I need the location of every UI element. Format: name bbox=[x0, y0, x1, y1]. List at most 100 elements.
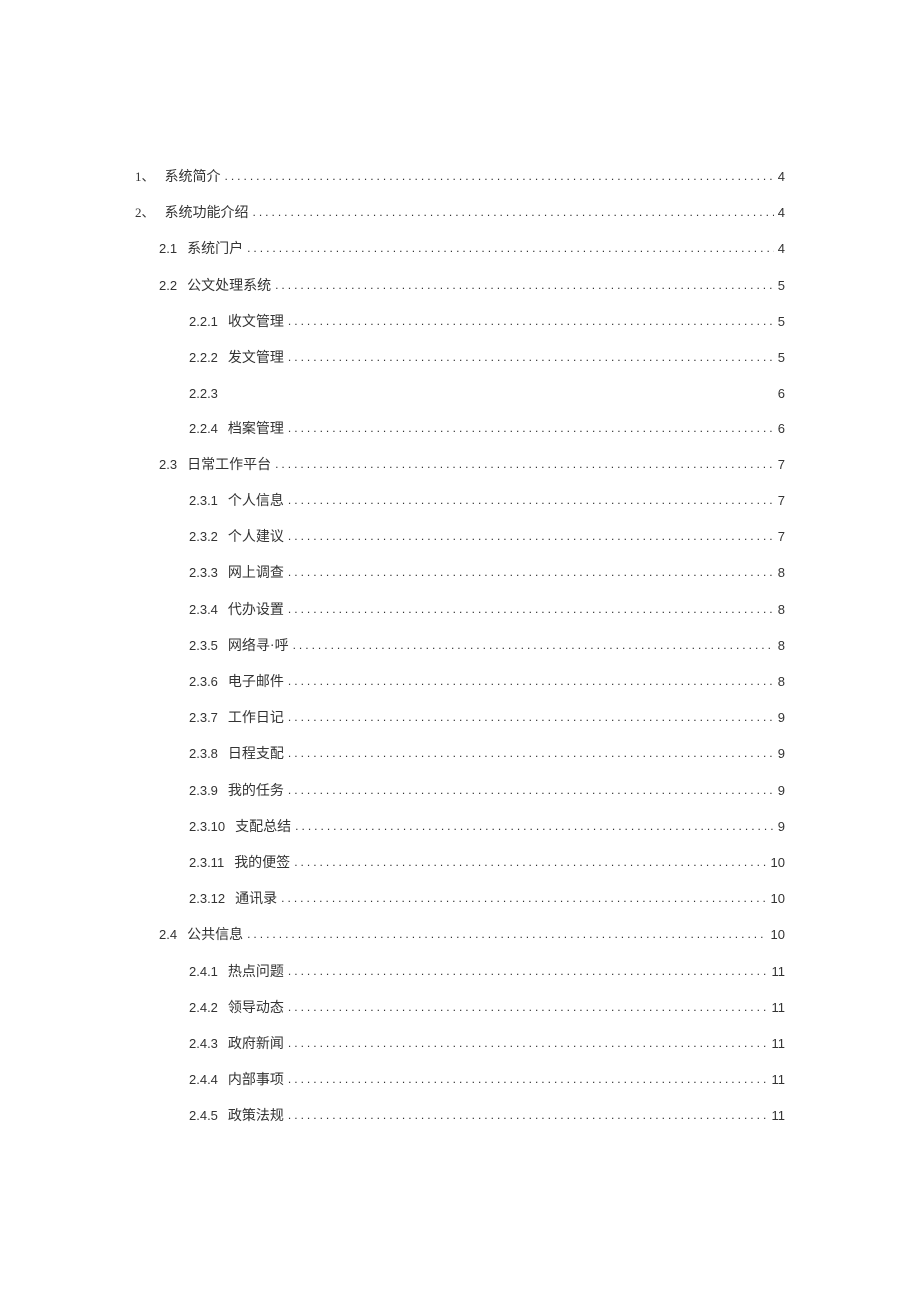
toc-title: 个人信息 bbox=[228, 489, 284, 514]
toc-entry[interactable]: 2.3日常工作平台...............................… bbox=[159, 453, 785, 478]
toc-number: 2.2.2 bbox=[189, 346, 218, 369]
toc-title: 收文管理 bbox=[228, 310, 284, 335]
toc-leader-dots: ........................................… bbox=[281, 888, 766, 910]
toc-number: 2.3.5 bbox=[189, 634, 218, 657]
toc-title: 代办设置 bbox=[228, 598, 284, 623]
toc-leader-dots: ........................................… bbox=[288, 311, 774, 333]
toc-leader-dots: ........................................… bbox=[247, 924, 766, 946]
toc-leader-dots: ........................................… bbox=[253, 202, 774, 224]
toc-title: 系统门户 bbox=[187, 237, 243, 262]
toc-entry[interactable]: 2.4.1热点问题...............................… bbox=[189, 960, 785, 985]
toc-leader-dots: ........................................… bbox=[288, 1105, 768, 1127]
toc-title: 发文管理 bbox=[228, 346, 284, 371]
toc-leader-dots: ........................................… bbox=[225, 166, 774, 188]
toc-number: 2.3.9 bbox=[189, 779, 218, 802]
toc-leader-dots: ........................................… bbox=[295, 816, 774, 838]
toc-leader-dots: ........................................… bbox=[293, 635, 774, 657]
toc-entry[interactable]: 2.4 公共信息.................................… bbox=[159, 923, 785, 948]
toc-leader-dots: ........................................… bbox=[288, 707, 774, 729]
toc-leader-dots: ........................................… bbox=[294, 852, 766, 874]
toc-entry[interactable]: 2.2.1 收文管理...............................… bbox=[189, 310, 785, 335]
toc-entry[interactable]: 2.3.11我的便签..............................… bbox=[189, 851, 785, 876]
toc-entry[interactable]: 2.1系统门户.................................… bbox=[159, 237, 785, 262]
toc-number: 2.3.8 bbox=[189, 742, 218, 765]
toc-page-number: 5 bbox=[778, 310, 785, 333]
toc-entry[interactable]: 2.4.4内部事项...............................… bbox=[189, 1068, 785, 1093]
toc-title: 公共信息 bbox=[187, 923, 243, 948]
toc-entry[interactable]: 2.3.9我的任务...............................… bbox=[189, 779, 785, 804]
toc-page-number: 8 bbox=[778, 598, 785, 621]
toc-number: 2.2.1 bbox=[189, 310, 218, 333]
toc-entry[interactable]: 2.3.8日程支配...............................… bbox=[189, 742, 785, 767]
toc-title: 电子邮件 bbox=[228, 670, 284, 695]
toc-leader-dots: ........................................… bbox=[275, 454, 774, 476]
toc-page-number: 11 bbox=[772, 1104, 786, 1127]
toc-entry[interactable]: 2.3.1 个人信息...............................… bbox=[189, 489, 785, 514]
toc-entry[interactable]: 2.2.3...................................… bbox=[189, 382, 785, 406]
toc-entry[interactable]: 1、系统简介..................................… bbox=[135, 165, 785, 190]
toc-number: 2.4.5 bbox=[189, 1104, 218, 1127]
toc-entry[interactable]: 2.3.4 代办设置...............................… bbox=[189, 598, 785, 623]
toc-title: 工作日记 bbox=[228, 706, 284, 731]
toc-number: 2.3.4 bbox=[189, 598, 218, 621]
toc-entry[interactable]: 2.3.7工作日记...............................… bbox=[189, 706, 785, 731]
toc-title: 支配总结 bbox=[235, 815, 291, 840]
toc-page-number: 7 bbox=[778, 489, 785, 512]
toc-entry[interactable]: 2.4.3政府新闻...............................… bbox=[189, 1032, 785, 1057]
toc-page-number: 8 bbox=[778, 670, 785, 693]
toc-number: 2.3.10 bbox=[189, 815, 225, 838]
toc-number: 2.3.6 bbox=[189, 670, 218, 693]
toc-leader-dots: ........................................… bbox=[288, 562, 774, 584]
toc-number: 2.3.2 bbox=[189, 525, 218, 548]
toc-entry[interactable]: 2.3.12通讯录...............................… bbox=[189, 887, 785, 912]
toc-leader-dots: ........................................… bbox=[288, 997, 768, 1019]
toc-entry[interactable]: 2.4.2领导动态...............................… bbox=[189, 996, 785, 1021]
toc-page-number: 8 bbox=[778, 634, 785, 657]
toc-leader-dots: ........................................… bbox=[288, 347, 774, 369]
toc-leader-dots: ........................................… bbox=[288, 599, 774, 621]
toc-page-number: 11 bbox=[772, 996, 786, 1019]
toc-list: 1、系统简介..................................… bbox=[135, 165, 785, 1129]
toc-number: 2.1 bbox=[159, 237, 177, 260]
toc-title: 政策法规 bbox=[228, 1104, 284, 1129]
toc-title: 网上调查 bbox=[228, 561, 284, 586]
toc-title: 内部事项 bbox=[228, 1068, 284, 1093]
toc-page-number: 9 bbox=[778, 706, 785, 729]
toc-entry[interactable]: 2、系统功能介绍................................… bbox=[135, 201, 785, 226]
toc-title: 我的任务 bbox=[228, 779, 284, 804]
toc-page-number: 9 bbox=[778, 742, 785, 765]
toc-page-number: 7 bbox=[778, 525, 785, 548]
toc-number: 2.4.4 bbox=[189, 1068, 218, 1091]
toc-entry[interactable]: 2.3.5网络寻·呼..............................… bbox=[189, 634, 785, 659]
toc-number: 2.2 bbox=[159, 274, 177, 297]
toc-title: 档案管理 bbox=[228, 417, 284, 442]
toc-title: 我的便签 bbox=[234, 851, 290, 876]
toc-leader-dots: ........................................… bbox=[288, 490, 774, 512]
toc-entry[interactable]: 2.3.2个人建议...............................… bbox=[189, 525, 785, 550]
toc-number: 2.4 bbox=[159, 923, 177, 946]
toc-number: 2.2.3 bbox=[189, 382, 218, 405]
toc-entry[interactable]: 2.3.10 支配总结..............................… bbox=[189, 815, 785, 840]
toc-page-number: 11 bbox=[772, 960, 786, 983]
toc-entry[interactable]: 2.2.2 发文管理...............................… bbox=[189, 346, 785, 371]
toc-page-number: 4 bbox=[778, 237, 785, 260]
toc-number: 2.4.2 bbox=[189, 996, 218, 1019]
toc-entry[interactable]: 2.2公文处理系统...............................… bbox=[159, 274, 785, 299]
toc-page-number: 6 bbox=[778, 417, 785, 440]
toc-title: 日常工作平台 bbox=[187, 453, 271, 478]
toc-number: 2.3.1 bbox=[189, 489, 218, 512]
toc-number: 2、 bbox=[135, 201, 155, 224]
toc-title: 系统简介 bbox=[165, 165, 221, 190]
toc-entry[interactable]: 2.4.5 政策法规...............................… bbox=[189, 1104, 785, 1129]
toc-title: 公文处理系统 bbox=[187, 274, 271, 299]
toc-entry[interactable]: 2.3.6电子邮件...............................… bbox=[189, 670, 785, 695]
toc-title: 个人建议 bbox=[228, 525, 284, 550]
toc-page-number: 5 bbox=[778, 346, 785, 369]
toc-page-number: 11 bbox=[772, 1032, 786, 1055]
toc-entry[interactable]: 2.3.3 网上调查...............................… bbox=[189, 561, 785, 586]
toc-page-number: 5 bbox=[778, 274, 785, 297]
toc-page: 1、系统简介..................................… bbox=[0, 0, 920, 1240]
toc-page-number: 10 bbox=[771, 851, 785, 874]
toc-entry[interactable]: 2.2.4档案管理...............................… bbox=[189, 417, 785, 442]
toc-number: 2.3.3 bbox=[189, 561, 218, 584]
